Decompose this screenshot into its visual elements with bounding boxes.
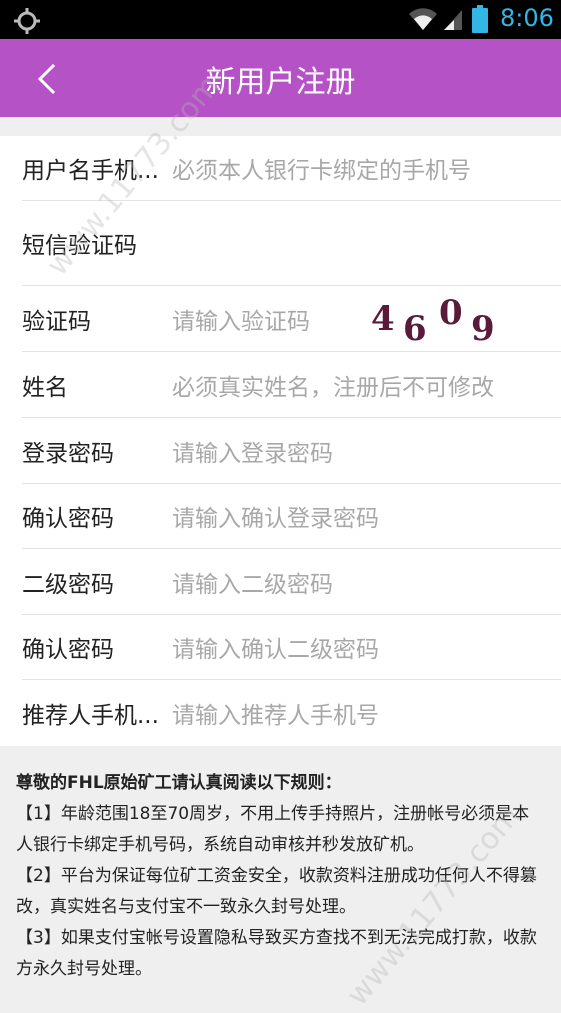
captcha-char: 4609 <box>371 294 495 348</box>
gps-icon <box>14 8 40 34</box>
secondary-password-label: 二级密码 <box>22 571 114 598</box>
form-row-referrer-phone[interactable]: 推荐人手机... 请输入推荐人手机号 <box>22 680 561 746</box>
confirm-login-password-label: 确认密码 <box>22 506 114 532</box>
wifi-icon <box>409 8 437 30</box>
form-row-username[interactable]: 用户名手机... 必须本人银行卡绑定的手机号 <box>22 136 561 201</box>
referrer-phone-label: 推荐人手机... <box>22 703 159 729</box>
status-bar: 8:06 <box>0 0 561 39</box>
secondary-password-input[interactable]: 请输入二级密码 <box>172 565 561 599</box>
sms-code-label: 短信验证码 <box>22 233 137 259</box>
form-row-sms-code[interactable]: 短信验证码 <box>22 201 561 286</box>
rule-item: 【3】如果支付宝帐号设置隐私导致买方查找不到无法完成打款，收款方永久封号处理。 <box>16 928 537 979</box>
battery-icon <box>472 5 488 33</box>
form-row-real-name[interactable]: 姓名 必须真实姓名，注册后不可修改 <box>22 352 561 418</box>
app-bar: 新用户注册 <box>0 39 561 117</box>
confirm-secondary-password-input[interactable]: 请输入确认二级密码 <box>172 630 561 664</box>
form-row-secondary-password[interactable]: 二级密码 请输入二级密码 <box>22 549 561 615</box>
form-row-captcha[interactable]: 验证码 请输入验证码 4609 <box>22 286 561 352</box>
captcha-image[interactable]: 4609 <box>367 294 507 348</box>
form-row-login-password[interactable]: 登录密码 请输入登录密码 <box>22 418 561 484</box>
form-row-confirm-secondary-password[interactable]: 确认密码 请输入确认二级密码 <box>22 615 561 680</box>
login-password-input[interactable]: 请输入登录密码 <box>172 434 561 468</box>
real-name-label: 姓名 <box>22 374 68 401</box>
referrer-phone-input[interactable]: 请输入推荐人手机号 <box>172 696 561 730</box>
form-row-confirm-login-password[interactable]: 确认密码 请输入确认登录密码 <box>22 484 561 549</box>
rule-item: 【1】年龄范围18至70周岁，不用上传手持照片，注册帐号必须是本人银行卡绑定手机… <box>16 804 530 855</box>
confirm-login-password-input[interactable]: 请输入确认登录密码 <box>172 499 561 533</box>
username-input[interactable]: 必须本人银行卡绑定的手机号 <box>172 151 561 185</box>
page-title: 新用户注册 <box>205 65 356 100</box>
username-label: 用户名手机... <box>22 158 159 184</box>
rules-section: 尊敬的FHL原始矿工请认真阅读以下规则： 【1】年龄范围18至70周岁，不用上传… <box>16 768 546 985</box>
signal-icon <box>444 10 462 30</box>
login-password-label: 登录密码 <box>22 440 114 467</box>
status-time: 8:06 <box>500 4 554 32</box>
captcha-label: 验证码 <box>22 308 91 335</box>
registration-form: 用户名手机... 必须本人银行卡绑定的手机号 短信验证码 验证码 请输入验证码 … <box>0 136 561 746</box>
real-name-input[interactable]: 必须真实姓名，注册后不可修改 <box>172 368 561 402</box>
rule-item: 【2】平台为保证每位矿工资金安全，收款资料注册成功任何人不得篡改，真实姓名与支付… <box>16 866 537 917</box>
confirm-secondary-password-label: 确认密码 <box>22 637 114 663</box>
rules-title: 尊敬的FHL原始矿工请认真阅读以下规则： <box>16 773 342 793</box>
